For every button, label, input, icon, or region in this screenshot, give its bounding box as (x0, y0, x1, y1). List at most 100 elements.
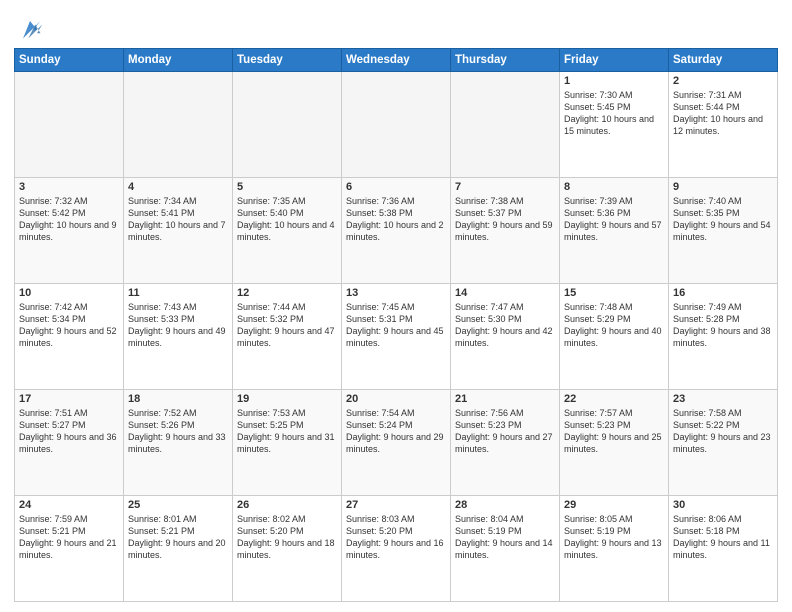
day-info: Sunrise: 7:51 AM Sunset: 5:27 PM Dayligh… (19, 407, 119, 456)
day-of-week-friday: Friday (560, 49, 669, 72)
day-info: Sunrise: 7:57 AM Sunset: 5:23 PM Dayligh… (564, 407, 664, 456)
day-of-week-sunday: Sunday (15, 49, 124, 72)
day-info: Sunrise: 7:53 AM Sunset: 5:25 PM Dayligh… (237, 407, 337, 456)
day-info: Sunrise: 7:42 AM Sunset: 5:34 PM Dayligh… (19, 301, 119, 350)
day-number: 22 (564, 393, 664, 405)
day-number: 14 (455, 287, 555, 299)
calendar-cell (124, 72, 233, 178)
day-of-week-saturday: Saturday (669, 49, 778, 72)
day-number: 4 (128, 181, 228, 193)
day-number: 12 (237, 287, 337, 299)
calendar-cell: 13 Sunrise: 7:45 AM Sunset: 5:31 PM Dayli… (342, 284, 451, 390)
day-info: Sunrise: 8:05 AM Sunset: 5:19 PM Dayligh… (564, 513, 664, 562)
calendar-cell: 25 Sunrise: 8:01 AM Sunset: 5:21 PM Dayli… (124, 496, 233, 602)
day-info: Sunrise: 7:39 AM Sunset: 5:36 PM Dayligh… (564, 195, 664, 244)
calendar-cell: 8 Sunrise: 7:39 AM Sunset: 5:36 PM Daylig… (560, 178, 669, 284)
calendar-cell: 9 Sunrise: 7:40 AM Sunset: 5:35 PM Daylig… (669, 178, 778, 284)
week-row-3: 10 Sunrise: 7:42 AM Sunset: 5:34 PM Dayli… (15, 284, 778, 390)
day-number: 26 (237, 499, 337, 511)
calendar-cell: 5 Sunrise: 7:35 AM Sunset: 5:40 PM Daylig… (233, 178, 342, 284)
page: SundayMondayTuesdayWednesdayThursdayFrid… (0, 0, 792, 612)
day-number: 9 (673, 181, 773, 193)
calendar-cell: 21 Sunrise: 7:56 AM Sunset: 5:23 PM Dayli… (451, 390, 560, 496)
calendar-cell: 12 Sunrise: 7:44 AM Sunset: 5:32 PM Dayli… (233, 284, 342, 390)
day-info: Sunrise: 7:47 AM Sunset: 5:30 PM Dayligh… (455, 301, 555, 350)
calendar-cell: 28Sunrise: 8:04 AM Sunset: 5:19 PM Dayli… (451, 496, 560, 602)
day-number: 17 (19, 393, 119, 405)
day-info: Sunrise: 7:58 AM Sunset: 5:22 PM Dayligh… (673, 407, 773, 456)
week-row-2: 3Sunrise: 7:32 AM Sunset: 5:42 PM Daylig… (15, 178, 778, 284)
day-number: 28 (455, 499, 555, 511)
day-number: 20 (346, 393, 446, 405)
header (14, 10, 778, 42)
calendar-cell: 29 Sunrise: 8:05 AM Sunset: 5:19 PM Dayli… (560, 496, 669, 602)
day-info: Sunrise: 7:34 AM Sunset: 5:41 PM Dayligh… (128, 195, 228, 244)
day-number: 16 (673, 287, 773, 299)
logo (14, 14, 44, 42)
day-number: 25 (128, 499, 228, 511)
calendar-cell: 15Sunrise: 7:48 AM Sunset: 5:29 PM Dayli… (560, 284, 669, 390)
calendar-cell: 30Sunrise: 8:06 AM Sunset: 5:18 PM Dayli… (669, 496, 778, 602)
day-number: 29 (564, 499, 664, 511)
day-number: 11 (128, 287, 228, 299)
day-info: Sunrise: 8:03 AM Sunset: 5:20 PM Dayligh… (346, 513, 446, 562)
calendar-cell: 27 Sunrise: 8:03 AM Sunset: 5:20 PM Dayli… (342, 496, 451, 602)
day-number: 5 (237, 181, 337, 193)
day-info: Sunrise: 8:02 AM Sunset: 5:20 PM Dayligh… (237, 513, 337, 562)
day-info: Sunrise: 7:45 AM Sunset: 5:31 PM Dayligh… (346, 301, 446, 350)
logo-icon (16, 14, 44, 42)
day-number: 23 (673, 393, 773, 405)
day-of-week-monday: Monday (124, 49, 233, 72)
calendar-table: SundayMondayTuesdayWednesdayThursdayFrid… (14, 48, 778, 602)
day-number: 10 (19, 287, 119, 299)
day-number: 27 (346, 499, 446, 511)
calendar-cell: 14 Sunrise: 7:47 AM Sunset: 5:30 PM Dayli… (451, 284, 560, 390)
day-info: Sunrise: 7:40 AM Sunset: 5:35 PM Dayligh… (673, 195, 773, 244)
calendar-cell (451, 72, 560, 178)
day-number: 2 (673, 75, 773, 87)
day-number: 19 (237, 393, 337, 405)
day-number: 24 (19, 499, 119, 511)
day-info: Sunrise: 7:49 AM Sunset: 5:28 PM Dayligh… (673, 301, 773, 350)
calendar-cell: 26 Sunrise: 8:02 AM Sunset: 5:20 PM Dayli… (233, 496, 342, 602)
day-info: Sunrise: 7:43 AM Sunset: 5:33 PM Dayligh… (128, 301, 228, 350)
calendar-cell (342, 72, 451, 178)
day-number: 7 (455, 181, 555, 193)
calendar-cell: 24 Sunrise: 7:59 AM Sunset: 5:21 PM Dayli… (15, 496, 124, 602)
day-number: 3 (19, 181, 119, 193)
calendar-cell: 4 Sunrise: 7:34 AM Sunset: 5:41 PM Daylig… (124, 178, 233, 284)
day-of-week-thursday: Thursday (451, 49, 560, 72)
day-info: Sunrise: 7:48 AM Sunset: 5:29 PM Dayligh… (564, 301, 664, 350)
day-info: Sunrise: 7:44 AM Sunset: 5:32 PM Dayligh… (237, 301, 337, 350)
calendar-cell: 19 Sunrise: 7:53 AM Sunset: 5:25 PM Dayli… (233, 390, 342, 496)
day-info: Sunrise: 7:56 AM Sunset: 5:23 PM Dayligh… (455, 407, 555, 456)
day-info: Sunrise: 7:36 AM Sunset: 5:38 PM Dayligh… (346, 195, 446, 244)
day-number: 21 (455, 393, 555, 405)
calendar-cell: 1Sunrise: 7:30 AM Sunset: 5:45 PM Daylig… (560, 72, 669, 178)
calendar-cell: 17 Sunrise: 7:51 AM Sunset: 5:27 PM Dayli… (15, 390, 124, 496)
day-number: 18 (128, 393, 228, 405)
day-number: 6 (346, 181, 446, 193)
day-number: 8 (564, 181, 664, 193)
week-row-4: 17 Sunrise: 7:51 AM Sunset: 5:27 PM Dayli… (15, 390, 778, 496)
day-info: Sunrise: 8:06 AM Sunset: 5:18 PM Dayligh… (673, 513, 773, 562)
day-info: Sunrise: 7:52 AM Sunset: 5:26 PM Dayligh… (128, 407, 228, 456)
day-number: 13 (346, 287, 446, 299)
calendar-cell: 20Sunrise: 7:54 AM Sunset: 5:24 PM Dayli… (342, 390, 451, 496)
calendar-cell: 23 Sunrise: 7:58 AM Sunset: 5:22 PM Dayli… (669, 390, 778, 496)
day-info: Sunrise: 7:35 AM Sunset: 5:40 PM Dayligh… (237, 195, 337, 244)
calendar-cell: 11 Sunrise: 7:43 AM Sunset: 5:33 PM Dayli… (124, 284, 233, 390)
calendar-cell: 16 Sunrise: 7:49 AM Sunset: 5:28 PM Dayli… (669, 284, 778, 390)
day-of-week-tuesday: Tuesday (233, 49, 342, 72)
calendar-cell: 3Sunrise: 7:32 AM Sunset: 5:42 PM Daylig… (15, 178, 124, 284)
calendar-cell: 10 Sunrise: 7:42 AM Sunset: 5:34 PM Dayli… (15, 284, 124, 390)
calendar-cell: 22 Sunrise: 7:57 AM Sunset: 5:23 PM Dayli… (560, 390, 669, 496)
calendar-cell: 6 Sunrise: 7:36 AM Sunset: 5:38 PM Daylig… (342, 178, 451, 284)
day-of-week-wednesday: Wednesday (342, 49, 451, 72)
day-info: Sunrise: 7:31 AM Sunset: 5:44 PM Dayligh… (673, 89, 773, 138)
day-info: Sunrise: 8:01 AM Sunset: 5:21 PM Dayligh… (128, 513, 228, 562)
day-info: Sunrise: 7:30 AM Sunset: 5:45 PM Dayligh… (564, 89, 664, 138)
day-info: Sunrise: 7:59 AM Sunset: 5:21 PM Dayligh… (19, 513, 119, 562)
calendar-cell (233, 72, 342, 178)
calendar-cell: 18 Sunrise: 7:52 AM Sunset: 5:26 PM Dayli… (124, 390, 233, 496)
